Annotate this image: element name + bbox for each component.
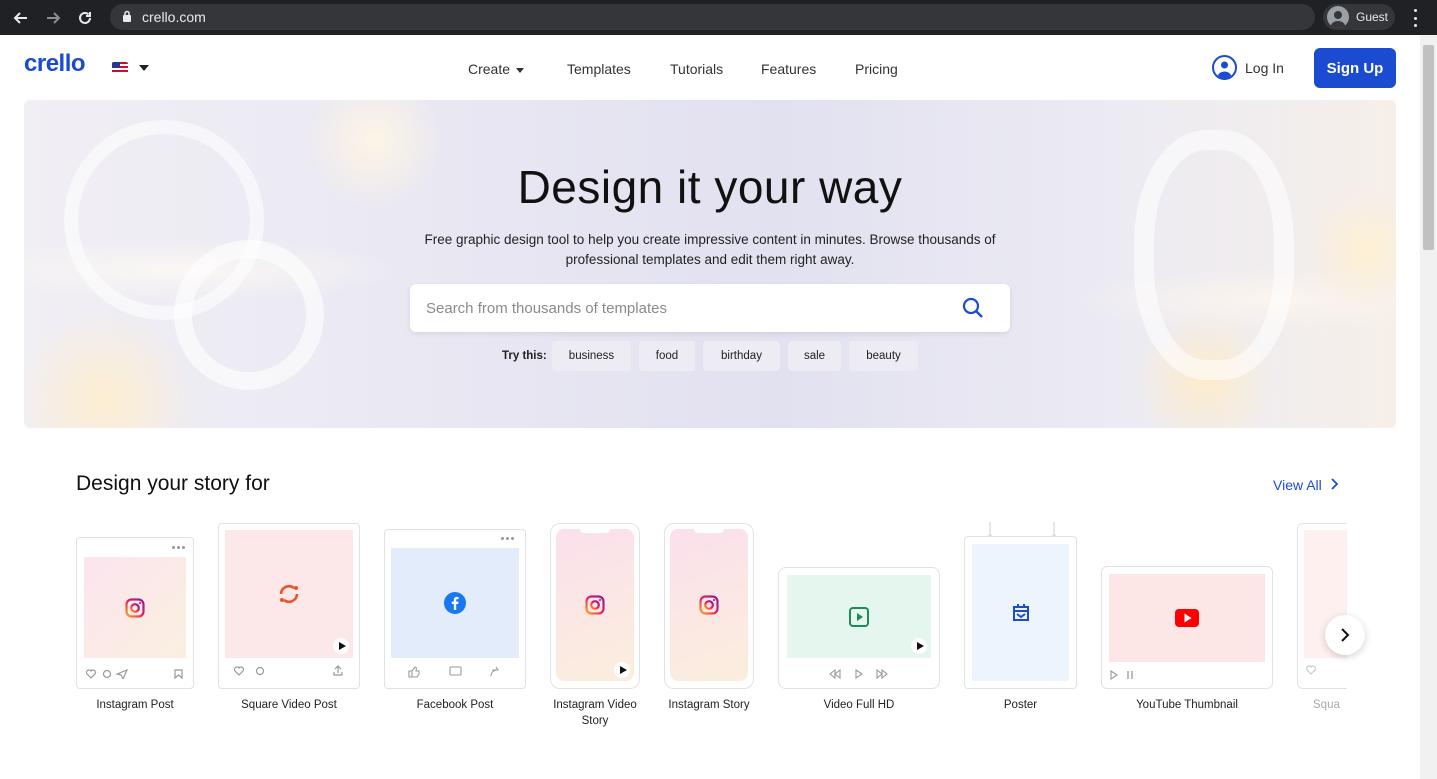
section-title: Design your story for bbox=[76, 472, 270, 495]
phone-notch bbox=[694, 529, 724, 533]
card-label: Facebook Post bbox=[416, 699, 494, 711]
profile-label: Guest bbox=[1356, 10, 1389, 24]
share-icon bbox=[333, 665, 343, 676]
search-input[interactable] bbox=[426, 299, 946, 317]
nav-create[interactable]: Create bbox=[468, 61, 525, 77]
more-dots-icon bbox=[172, 546, 185, 549]
chip-beauty[interactable]: beauty bbox=[849, 341, 918, 371]
chip-sale[interactable]: sale bbox=[788, 341, 841, 371]
card-label: Square Video Post bbox=[241, 699, 337, 711]
facebook-icon bbox=[444, 592, 466, 614]
url-text: crello.com bbox=[142, 9, 206, 25]
poster-icon bbox=[1012, 603, 1029, 621]
more-dots-icon bbox=[501, 537, 514, 540]
card-label: Instagram Post bbox=[96, 699, 174, 711]
template-preview bbox=[787, 575, 931, 658]
card-label: Squa bbox=[1313, 699, 1340, 711]
template-preview bbox=[972, 544, 1069, 681]
carousel-next-button[interactable] bbox=[1325, 615, 1365, 655]
card-label: Instagram Video Story bbox=[553, 699, 637, 727]
browser-menu-icon[interactable] bbox=[1408, 9, 1422, 27]
nav-pricing[interactable]: Pricing bbox=[855, 61, 898, 77]
nav-templates[interactable]: Templates bbox=[567, 61, 631, 77]
user-icon bbox=[1212, 55, 1237, 80]
social-actions-icon bbox=[234, 666, 265, 676]
nav-features[interactable]: Features bbox=[761, 61, 816, 77]
instagram-icon bbox=[585, 595, 605, 615]
avatar-icon bbox=[1327, 6, 1349, 28]
template-preview bbox=[670, 529, 748, 681]
card-label: Video Full HD bbox=[823, 699, 895, 711]
chip-business[interactable]: business bbox=[552, 341, 631, 371]
scrollbar-thumb[interactable] bbox=[1423, 45, 1434, 250]
playback-controls-icon bbox=[1110, 670, 1133, 680]
view-all-link[interactable]: View All bbox=[1273, 477, 1339, 493]
chevron-down-icon[interactable] bbox=[139, 65, 149, 71]
chip-birthday[interactable]: birthday bbox=[703, 341, 780, 371]
login-label: Log In bbox=[1245, 59, 1284, 76]
reload-icon[interactable] bbox=[74, 7, 96, 29]
play-icon bbox=[911, 638, 927, 654]
login-button[interactable]: Log In bbox=[1212, 55, 1284, 80]
page-scrollbar[interactable] bbox=[1420, 35, 1437, 779]
phone-notch bbox=[580, 529, 610, 533]
snowflake-decoration bbox=[174, 240, 324, 390]
social-actions-icon bbox=[408, 666, 500, 678]
us-flag-icon[interactable] bbox=[112, 62, 128, 74]
heart-icon bbox=[1305, 665, 1317, 675]
site-header: crello Create Templates Tutorials Featur… bbox=[0, 35, 1420, 100]
crello-logo[interactable]: crello bbox=[24, 50, 86, 78]
template-preview bbox=[1109, 574, 1265, 662]
bookmark-icon bbox=[174, 669, 183, 679]
browser-toolbar: crello.com Guest bbox=[0, 0, 1437, 35]
instagram-icon bbox=[699, 595, 719, 615]
template-preview bbox=[225, 530, 353, 658]
signup-button[interactable]: Sign Up bbox=[1314, 48, 1396, 88]
template-search bbox=[410, 284, 1010, 332]
play-icon bbox=[614, 662, 630, 678]
profile-button[interactable]: Guest bbox=[1323, 4, 1395, 30]
playback-controls-icon bbox=[829, 669, 888, 679]
address-bar[interactable]: crello.com bbox=[110, 4, 1315, 30]
search-icon[interactable] bbox=[962, 297, 984, 324]
card-label: YouTube Thumbnail bbox=[1136, 699, 1238, 711]
card-label: Instagram Story bbox=[668, 699, 750, 711]
caret-down-icon bbox=[516, 67, 525, 73]
try-this-label: Try this: bbox=[502, 350, 547, 362]
hero-subtitle: Free graphic design tool to help you cre… bbox=[424, 232, 996, 267]
youtube-icon bbox=[1175, 609, 1199, 627]
chip-food[interactable]: food bbox=[639, 341, 695, 371]
template-preview bbox=[391, 548, 519, 658]
card-label: Poster bbox=[1003, 699, 1038, 711]
chevron-right-icon bbox=[1341, 628, 1350, 642]
back-arrow-icon[interactable] bbox=[10, 7, 32, 29]
nav-tutorials[interactable]: Tutorials bbox=[670, 61, 723, 77]
video-play-icon bbox=[849, 606, 869, 627]
play-icon bbox=[333, 638, 349, 654]
hero-title: Design it your way bbox=[517, 161, 903, 213]
instagram-icon bbox=[125, 597, 145, 618]
social-actions-icon bbox=[86, 669, 129, 679]
chevron-right-icon bbox=[1330, 477, 1339, 493]
forward-arrow-icon[interactable] bbox=[42, 7, 64, 29]
lock-icon bbox=[122, 9, 132, 25]
refresh-icon bbox=[279, 585, 299, 603]
template-preview bbox=[84, 557, 186, 658]
hero-banner: Design it your way Free graphic design t… bbox=[24, 100, 1396, 428]
template-preview bbox=[556, 529, 634, 681]
